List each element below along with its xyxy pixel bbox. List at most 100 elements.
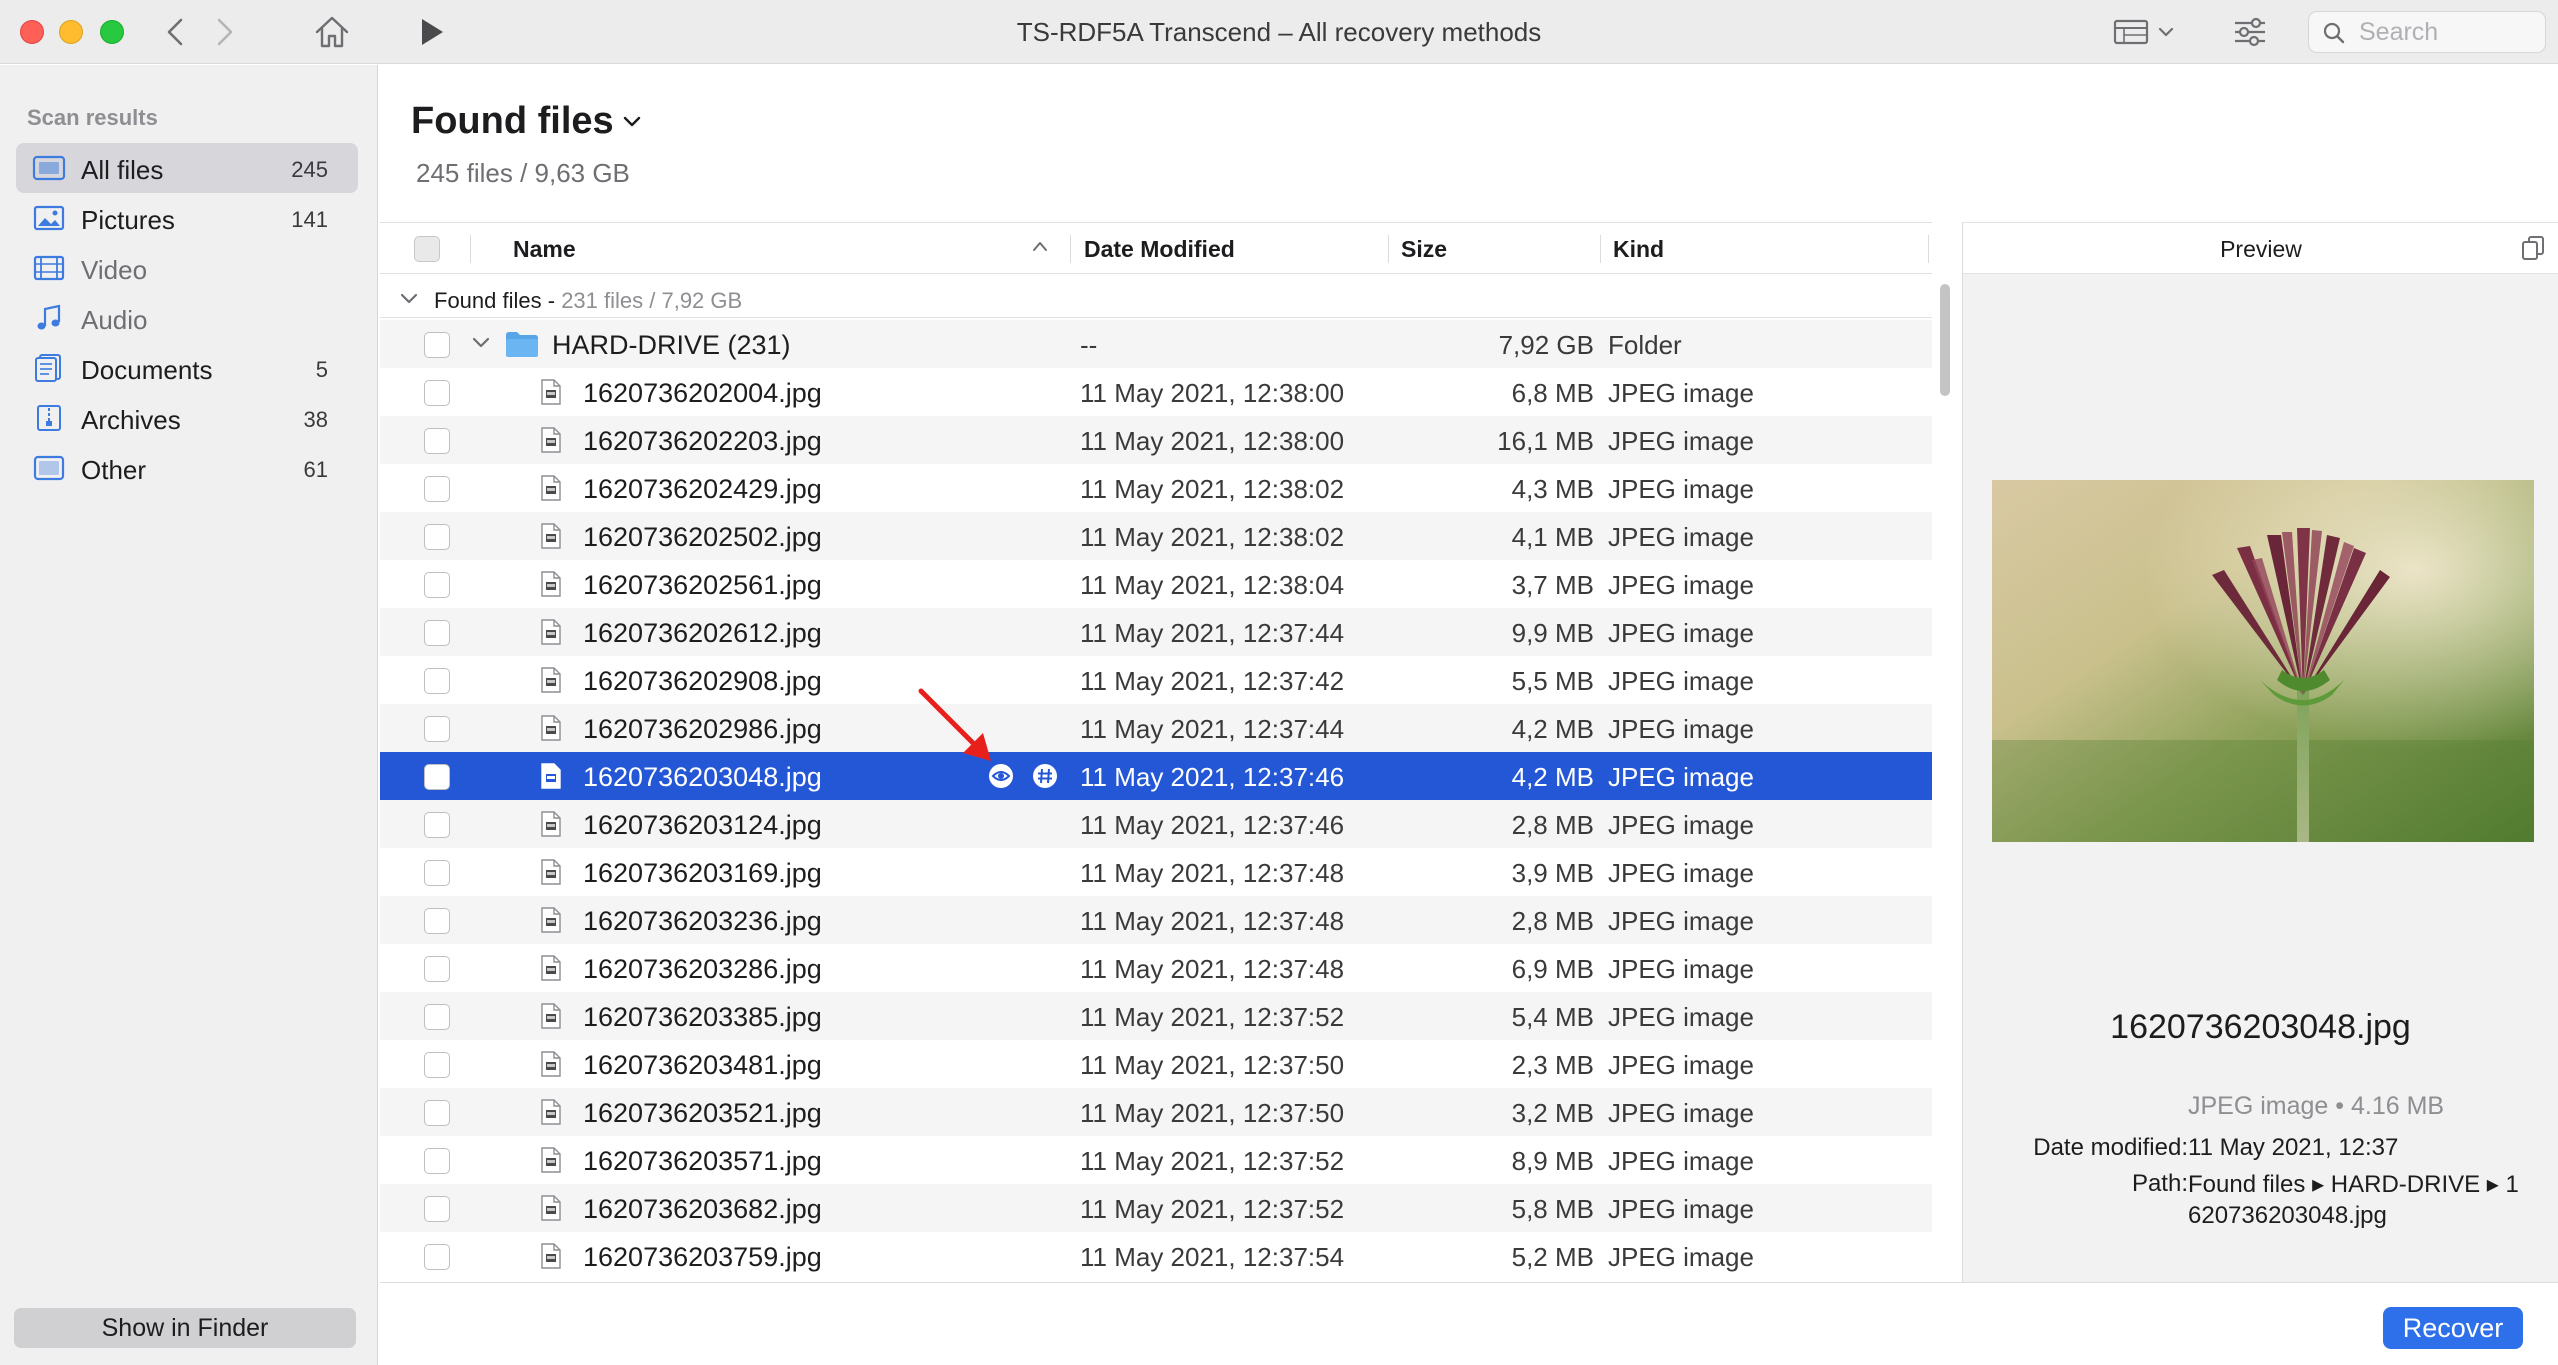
chevron-down-icon[interactable] <box>400 292 418 306</box>
search-input[interactable] <box>2359 18 2539 46</box>
file-size: 3,7 MB <box>1511 570 1594 600</box>
table-row[interactable]: 1620736202502.jpg 11 May 2021, 12:38:02 4,… <box>380 512 1932 560</box>
row-checkbox[interactable] <box>424 668 450 694</box>
table-body: HARD-DRIVE (231) -- 7,92 GB Folder 16207… <box>380 320 1932 1280</box>
table-row[interactable]: 1620736203481.jpg 11 May 2021, 12:37:50 2,… <box>380 1040 1932 1088</box>
table-row[interactable]: 1620736203236.jpg 11 May 2021, 12:37:48 2,… <box>380 896 1932 944</box>
file-date: 11 May 2021, 12:37:52 <box>1080 1002 1345 1032</box>
table-row[interactable]: 1620736203759.jpg 11 May 2021, 12:37:54 5,… <box>380 1232 1932 1280</box>
preview-file-name: 1620736203048.jpg <box>2110 1008 2411 1046</box>
title-bar: TS-RDF5A Transcend – All recovery method… <box>0 0 2558 64</box>
file-kind: JPEG image <box>1608 1098 1754 1128</box>
file-name: 1620736203385.jpg <box>583 1002 822 1032</box>
page-title[interactable]: Found files <box>411 100 614 143</box>
file-name: 1620736202203.jpg <box>583 426 822 456</box>
copy-icon[interactable] <box>2521 235 2545 261</box>
file-name: 1620736202986.jpg <box>583 714 822 744</box>
row-checkbox[interactable] <box>424 1004 450 1030</box>
search-field[interactable] <box>2308 11 2546 53</box>
row-checkbox[interactable] <box>424 572 450 598</box>
row-checkbox[interactable] <box>424 524 450 550</box>
table-row[interactable]: 1620736202429.jpg 11 May 2021, 12:38:02 4,… <box>380 464 1932 512</box>
row-checkbox[interactable] <box>424 1244 450 1270</box>
sidebar-item-count: 141 <box>291 207 328 232</box>
folder-row[interactable]: HARD-DRIVE (231) -- 7,92 GB Folder <box>380 320 1932 368</box>
group-row-found-files[interactable]: Found files - 231 files / 7,92 GB <box>380 282 1932 318</box>
scrollbar-track[interactable] <box>1934 282 1952 1282</box>
file-name: 1620736203759.jpg <box>583 1242 822 1272</box>
row-checkbox[interactable] <box>424 1052 450 1078</box>
table-row[interactable]: 1620736203124.jpg 11 May 2021, 12:37:46 2,… <box>380 800 1932 848</box>
row-checkbox[interactable] <box>424 860 450 886</box>
row-checkbox[interactable] <box>424 716 450 742</box>
folder-icon <box>506 332 538 357</box>
column-divider <box>1388 235 1389 263</box>
row-checkbox[interactable] <box>424 1148 450 1174</box>
sidebar-item-all-files[interactable]: All files 245 <box>16 143 358 193</box>
sidebar-item-other[interactable]: Other 61 <box>16 443 358 493</box>
column-header-size[interactable]: Size <box>1401 236 1447 263</box>
table-row[interactable]: 1620736202986.jpg 11 May 2021, 12:37:44 4,… <box>380 704 1932 752</box>
group-title: Found files - <box>434 288 556 313</box>
column-header-kind[interactable]: Kind <box>1613 236 1664 263</box>
file-name: 1620736203169.jpg <box>583 858 822 888</box>
page-subtitle: 245 files / 9,63 GB <box>416 158 630 188</box>
table-row[interactable]: 1620736202908.jpg 11 May 2021, 12:37:42 5,… <box>380 656 1932 704</box>
audio-icon <box>37 304 61 330</box>
column-header-name[interactable]: Name <box>513 236 576 263</box>
row-checkbox[interactable] <box>424 620 450 646</box>
view-mode-icon[interactable] <box>2112 12 2184 52</box>
sidebar-item-video[interactable]: Video <box>16 243 358 293</box>
file-date: 11 May 2021, 12:37:42 <box>1080 666 1345 696</box>
table-row[interactable]: 1620736202203.jpg 11 May 2021, 12:38:00 16… <box>380 416 1932 464</box>
table-row[interactable]: 1620736203682.jpg 11 May 2021, 12:37:52 5,… <box>380 1184 1932 1232</box>
file-date: 11 May 2021, 12:38:02 <box>1080 522 1345 552</box>
table-row[interactable]: 1620736202004.jpg 11 May 2021, 12:38:00 6,… <box>380 368 1932 416</box>
row-checkbox[interactable] <box>424 908 450 934</box>
file-kind: JPEG image <box>1608 474 1754 504</box>
table-row[interactable]: 1620736203286.jpg 11 May 2021, 12:37:48 6,… <box>380 944 1932 992</box>
table-row[interactable]: 1620736203521.jpg 11 May 2021, 12:37:50 3,… <box>380 1088 1932 1136</box>
scrollbar-thumb[interactable] <box>1940 284 1950 396</box>
row-checkbox[interactable] <box>424 428 450 454</box>
image-file-icon <box>541 763 561 789</box>
sidebar-item-documents[interactable]: Documents 5 <box>16 343 358 393</box>
row-checkbox[interactable] <box>424 956 450 982</box>
table-row[interactable]: 1620736203048.jpg 11 May 2021, 12:37:46 4,… <box>380 752 1932 800</box>
sidebar-item-label: Audio <box>81 305 148 335</box>
hex-view-icon[interactable] <box>1032 763 1058 789</box>
sidebar-item-archives[interactable]: Archives 38 <box>16 393 358 443</box>
file-kind: JPEG image <box>1608 1146 1754 1176</box>
preview-image[interactable] <box>1992 480 2534 842</box>
chevron-down-icon[interactable] <box>623 115 641 129</box>
table-row[interactable]: 1620736202612.jpg 11 May 2021, 12:37:44 9,… <box>380 608 1932 656</box>
image-file-icon <box>541 955 561 981</box>
row-checkbox[interactable] <box>424 1196 450 1222</box>
table-row[interactable]: 1620736203169.jpg 11 May 2021, 12:37:48 3,… <box>380 848 1932 896</box>
sort-ascending-icon[interactable] <box>1032 240 1048 252</box>
preview-header: Preview <box>1963 222 2558 274</box>
sidebar-item-audio[interactable]: Audio <box>16 293 358 343</box>
file-name: 1620736202502.jpg <box>583 522 822 552</box>
recover-button[interactable]: Recover <box>2383 1307 2523 1349</box>
show-in-finder-button[interactable]: Show in Finder <box>14 1308 356 1348</box>
image-file-icon <box>541 1003 561 1029</box>
file-date: 11 May 2021, 12:37:48 <box>1080 858 1345 888</box>
preview-path-value-line1: Found files ▸ HARD-DRIVE ▸ 1 <box>2188 1171 2519 1198</box>
file-size: 4,3 MB <box>1511 474 1594 504</box>
filter-settings-icon[interactable] <box>2230 12 2270 52</box>
sidebar-item-pictures[interactable]: Pictures 141 <box>16 193 358 243</box>
table-row[interactable]: 1620736202561.jpg 11 May 2021, 12:38:04 3,… <box>380 560 1932 608</box>
row-checkbox[interactable] <box>424 764 450 790</box>
row-checkbox[interactable] <box>424 332 450 358</box>
table-row[interactable]: 1620736203385.jpg 11 May 2021, 12:37:52 5,… <box>380 992 1932 1040</box>
row-checkbox[interactable] <box>424 476 450 502</box>
column-header-date[interactable]: Date Modified <box>1084 236 1235 263</box>
row-checkbox[interactable] <box>424 1100 450 1126</box>
image-file-icon <box>541 379 561 405</box>
row-checkbox[interactable] <box>424 380 450 406</box>
chevron-down-icon[interactable] <box>472 336 490 350</box>
select-all-checkbox[interactable] <box>414 236 440 262</box>
row-checkbox[interactable] <box>424 812 450 838</box>
table-row[interactable]: 1620736203571.jpg 11 May 2021, 12:37:52 8,… <box>380 1136 1932 1184</box>
